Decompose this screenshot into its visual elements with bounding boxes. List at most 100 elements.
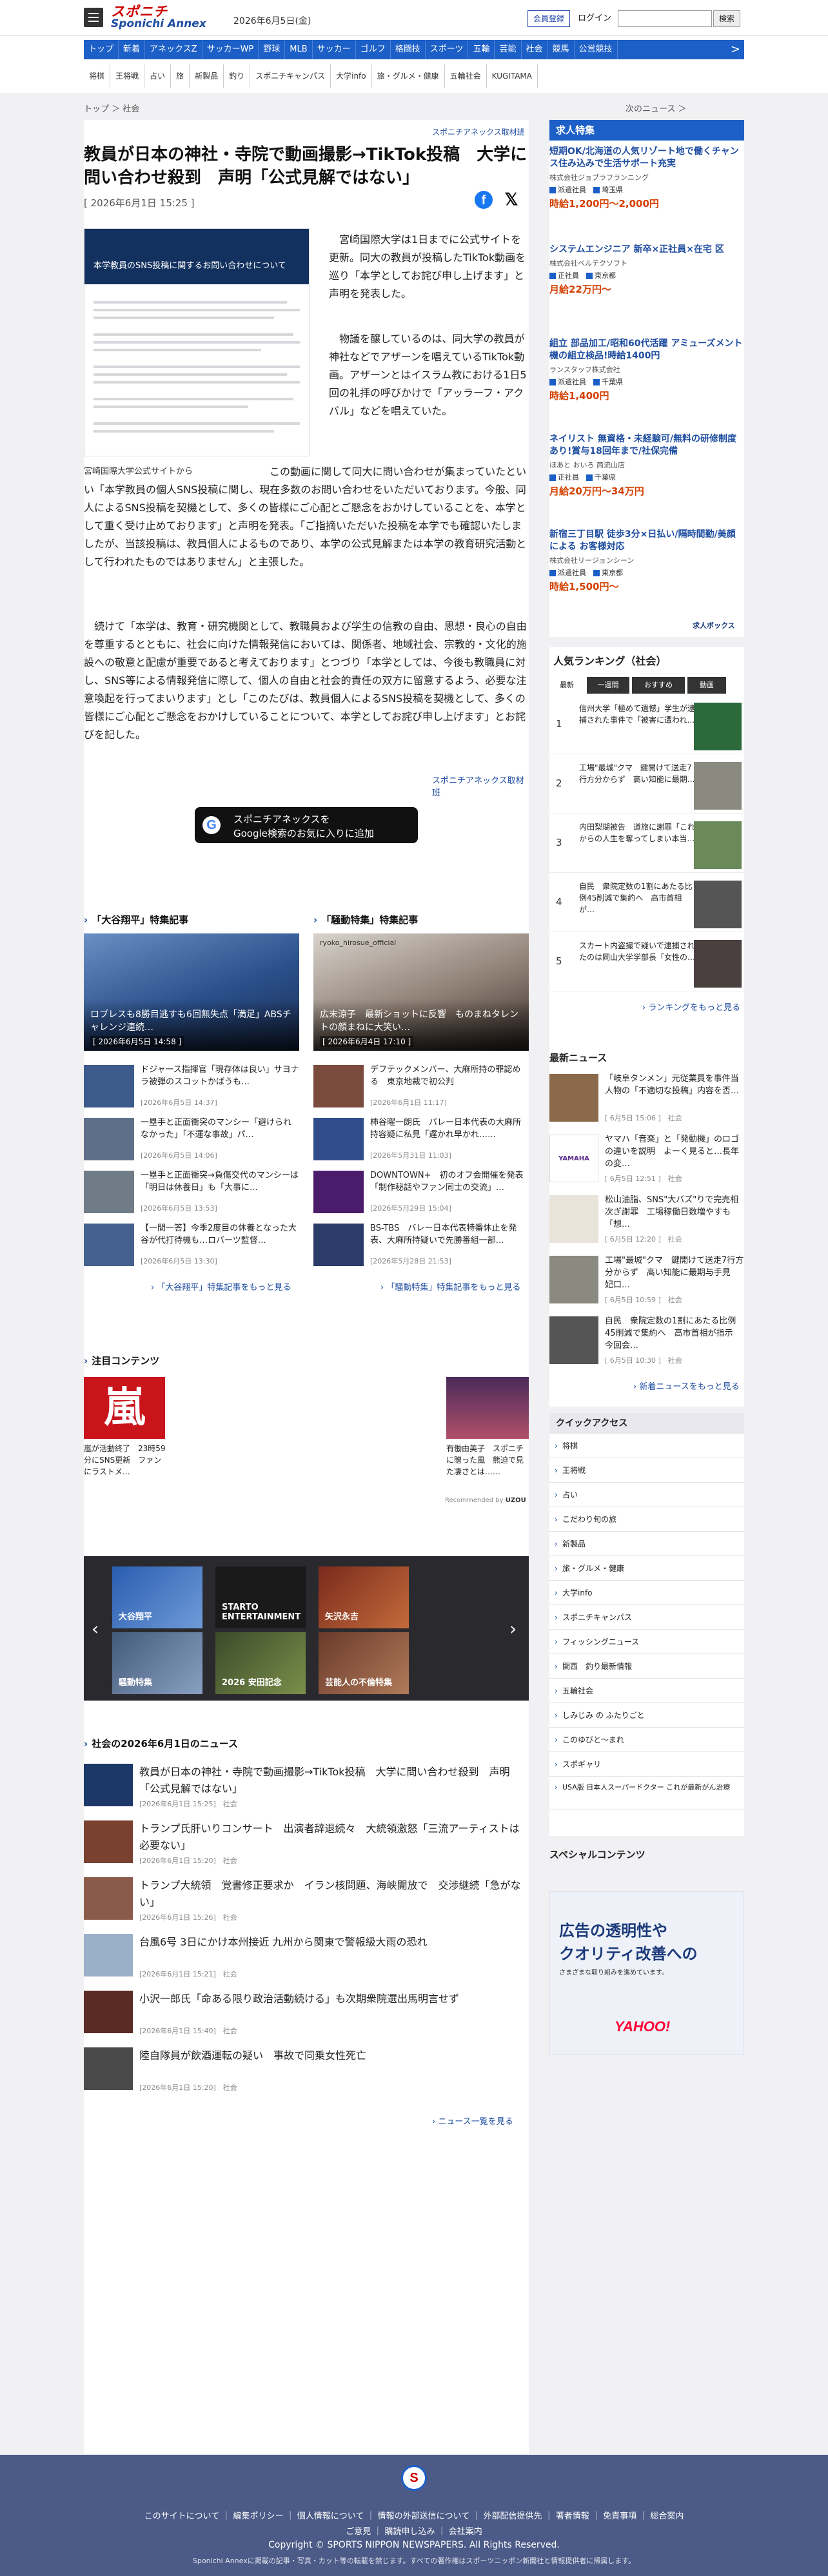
nav-item[interactable]: スポーツ xyxy=(426,40,469,59)
attention-image-right[interactable] xyxy=(446,1377,529,1439)
slider-card[interactable]: 大谷翔平 xyxy=(112,1566,202,1628)
article-source-bottom[interactable]: スポニチアネックス取材班 xyxy=(432,774,529,798)
x-share-icon[interactable]: 𝕏 xyxy=(502,190,521,209)
slider-prev-icon[interactable]: ‹ xyxy=(92,1618,99,1639)
quick-access-item[interactable]: 関西 釣り最新情報 xyxy=(549,1654,744,1679)
subnav-item[interactable]: 釣り xyxy=(224,64,251,88)
feature-list-item[interactable]: ドジャース指揮官「現存体は良い」サヨナラ被弾のスコットかばうも… [2026年6月… xyxy=(84,1062,299,1113)
nav-item[interactable]: 公営競技 xyxy=(575,40,618,59)
article-photo[interactable]: 本学教員のSNS投稿に関するお問い合わせについて xyxy=(84,228,310,456)
nav-item[interactable]: 五輪 xyxy=(468,40,495,59)
quick-access-item[interactable]: 占い xyxy=(549,1483,744,1507)
ranking-item[interactable]: 2 工場"最城"クマ 鍵開けて送走7行方分からず 高い知能に最期… xyxy=(549,758,744,814)
daily-news-item[interactable]: トランプ大統領 覚書修正要求か イラン核問題、海峡開放で 交渉継続「急がない」[… xyxy=(84,1875,529,1929)
daily-news-item[interactable]: 教員が日本の神社・寺院で動画撮影→TikTok投稿 大学に問い合わせ殺到 声明「… xyxy=(84,1761,529,1815)
job-item[interactable]: ネイリスト 無資格・未経験可/無料の研修制度あり!賞与18回年まで/社保完備 ほあ… xyxy=(549,433,744,498)
latest-item[interactable]: 「岐阜タンメン」元従業員を事件当人物の「不適切な投稿」内容を否…[ 6月5日 1… xyxy=(549,1071,744,1131)
feature-list-item[interactable]: 【一問一答】今季2度目の休養となった大谷が代打待機も…ロバーツ監督… [2026年… xyxy=(84,1221,299,1271)
quick-access-item[interactable]: フィッシングニュース xyxy=(549,1630,744,1654)
ranking-item[interactable]: 4 自民 衆院定数の1割にあたる比例45削減で集約へ 高市首相が… xyxy=(549,877,744,932)
latest-item[interactable]: 松山油脂、SNS"大バズ"りで完売相次ぎ謝罪 工場稼働日数増やすも「想…[ 6月… xyxy=(549,1193,744,1252)
ranking-item[interactable]: 3 内田梨瑚被告 道旅に謝罪「これからの人生を奪ってしまい本当… xyxy=(549,817,744,873)
nav-item[interactable]: 野球 xyxy=(259,40,286,59)
subnav-item[interactable]: 新製品 xyxy=(190,64,224,88)
nav-item[interactable]: 新着 xyxy=(119,40,146,59)
job-item[interactable]: 新宿三丁目駅 徒歩3分×日払い/隔時間勤/美顔による お客様対応 株式会社リージョ… xyxy=(549,529,744,593)
attention-title-left[interactable]: 嵐が活動終了 23時59分にSNS更新 ファンにラストメ… xyxy=(84,1443,168,1478)
nav-item[interactable]: 競馬 xyxy=(548,40,575,59)
quick-access-item[interactable]: スポギャリ xyxy=(549,1752,744,1777)
breadcrumb[interactable]: トップ ＞ 社会 xyxy=(84,102,139,114)
feature-more-right[interactable]: 「騒動特集」特集記事をもっと見る xyxy=(380,1280,520,1293)
nav-item[interactable]: 格闘技 xyxy=(391,40,426,59)
job-item[interactable]: 短期OK/北海道の人気リゾート地で働くチャンス住み込みで生活サポート充実 株式会社… xyxy=(549,146,744,210)
slider-card[interactable]: 矢沢永吉 xyxy=(319,1566,409,1628)
slider-next-icon[interactable]: › xyxy=(509,1618,517,1639)
slider-card[interactable]: 2026 安田記念 xyxy=(215,1632,306,1694)
feature-more-left[interactable]: 「大谷翔平」特集記事をもっと見る xyxy=(151,1280,291,1293)
quick-access-item[interactable]: 将棋 xyxy=(549,1434,744,1458)
search-button[interactable]: 検索 xyxy=(713,10,740,27)
footer-links[interactable]: このサイトについて ｜ 編集ポリシー ｜ 個人情報について ｜ 情報の外部送信に… xyxy=(0,2509,828,2521)
subnav-item[interactable]: 旅 xyxy=(171,64,190,88)
nav-item[interactable]: 社会 xyxy=(522,40,548,59)
subnav-item[interactable]: 将棋 xyxy=(84,64,111,88)
nav-item[interactable]: ゴルフ xyxy=(356,40,391,59)
quick-access-item[interactable]: 大学info xyxy=(549,1581,744,1605)
ranking-tab[interactable]: 最新 xyxy=(549,677,584,694)
slider-card[interactable]: 騒動特集 xyxy=(112,1632,202,1694)
google-preferred-source-button[interactable]: G スポニチアネックスを Google検索のお気に入りに追加 xyxy=(195,807,418,843)
latest-item[interactable]: YAMAHA ヤマハ「音楽」と「発動機」のロゴの違いを説明 よーく見ると…長年の変… xyxy=(549,1132,744,1191)
slider-card[interactable]: 芸能人の不倫特集 xyxy=(319,1632,409,1694)
quick-access-item[interactable]: 旅・グルメ・健康 xyxy=(549,1556,744,1581)
footer-logo[interactable]: S xyxy=(401,2465,427,2491)
jobbox-logo[interactable]: 求人ボックス xyxy=(693,620,735,630)
ranking-more[interactable]: ランキングをもっと見る xyxy=(642,1000,740,1013)
nav-item[interactable]: 芸能 xyxy=(495,40,522,59)
daily-news-item[interactable]: 陸自隊員が飲酒運転の疑い 事故で同乗女性死亡 [2026年6月1日 15:20] … xyxy=(84,2045,529,2099)
daily-news-item[interactable]: 小沢一郎氏「命ある限り政治活動続ける」も次期衆院選出馬明言せず [2026年6月1… xyxy=(84,1988,529,2042)
quick-access-item[interactable]: しみじみ の ふたりごと xyxy=(549,1703,744,1728)
subnav-item[interactable]: 旅・グルメ・健康 xyxy=(372,64,445,88)
next-news-link[interactable]: 次のニュース ＞ xyxy=(626,102,686,114)
daily-news-more[interactable]: ニュース一覧を見る xyxy=(432,2114,513,2127)
nav-item[interactable]: MLB xyxy=(285,40,313,59)
ranking-tab[interactable]: 動画 xyxy=(687,677,726,694)
feature-title-left[interactable]: 「大谷翔平」特集記事 xyxy=(84,913,188,926)
ranking-item[interactable]: 5 スカート内盗撮で疑いで逮捕されたのは岡山大学学部長「女性の… xyxy=(549,936,744,991)
menu-icon[interactable] xyxy=(84,8,103,27)
feature-title-right[interactable]: 「騒動特集」特集記事 xyxy=(313,913,418,926)
feature-list-item[interactable]: DOWNTOWN+ 初のオフ会開催を発表「制作秘話やファン同士の交流」… [202… xyxy=(313,1168,529,1218)
quick-access-item[interactable]: 王将戦 xyxy=(549,1458,744,1483)
feature-hero-left[interactable]: ロブレスも8勝目逃すも6回無失点「満足」ABSチャレンジ連続… [ 2026年6… xyxy=(84,933,299,1051)
slider-card[interactable]: STARTO ENTERTAINMENT xyxy=(215,1566,306,1628)
facebook-share-icon[interactable]: f xyxy=(475,191,493,209)
nav-item[interactable]: アネックスZ xyxy=(145,40,202,59)
nav-item[interactable]: サッカー xyxy=(313,40,356,59)
quick-access-item[interactable]: USA版 日本人スーパードクター これが最新がん治療 xyxy=(549,1777,744,1810)
quick-access-item[interactable]: こだわり旬の旅 xyxy=(549,1507,744,1532)
feature-list-item[interactable]: 柿谷曜一朗氏 バレー日本代表の大麻所持容疑に私見「遅かれ早かれ…… [2026年5… xyxy=(313,1115,529,1166)
job-item[interactable]: 組立 部品加工/昭和60代活躍 アミューズメント機の組立検品!時給1400円 ラン… xyxy=(549,338,744,402)
special-ad-banner[interactable]: 広告の透明性や クオリティ改善への さまざまな取り組みを進めています。 YAHO… xyxy=(549,1891,744,2055)
login-link[interactable]: ログイン xyxy=(578,10,611,27)
feature-list-item[interactable]: デフテックメンバー、大麻所持の罪認める 東京地裁で初公判 [2026年6月1日 1… xyxy=(313,1062,529,1113)
member-register-button[interactable]: 会員登録 xyxy=(527,10,570,27)
daily-news-item[interactable]: トランプ氏肝いりコンサート 出演者辞退続々 大統領激怒「三流アーティストは必要な… xyxy=(84,1818,529,1872)
nav-item[interactable]: トップ xyxy=(84,40,119,59)
feature-list-item[interactable]: 一塁手と正面衝突のマンシー「避けられなかった」「不運な事故」パ… [2026年6月… xyxy=(84,1115,299,1166)
subnav-item[interactable]: 占い xyxy=(144,64,172,88)
job-item[interactable]: システムエンジニア 新卒×正社員×在宅 区株式会社ベルテクソフト 正社員 東京都月… xyxy=(549,244,744,296)
attention-image-left[interactable]: 嵐 xyxy=(84,1377,165,1439)
subnav-item[interactable]: 王将戦 xyxy=(110,64,145,88)
quick-access-item[interactable]: スポニチキャンパス xyxy=(549,1605,744,1630)
quick-access-item[interactable]: 五輪社会 xyxy=(549,1679,744,1703)
subnav-item[interactable]: KUGITAMA xyxy=(487,64,538,88)
search-input[interactable] xyxy=(618,10,712,27)
subnav-item[interactable]: 五輪社会 xyxy=(445,64,487,88)
feature-hero-right[interactable]: ryoko_hirosue_official 広末涼子 最新ショットに反響 もの… xyxy=(313,933,529,1051)
latest-item[interactable]: 自民 衆院定数の1割にあたる比例45削減で集約へ 高市首相が指示 今回会…[ 6… xyxy=(549,1314,744,1373)
footer-links-secondary[interactable]: ご意見 ｜ 購読申し込み ｜ 会社案内 xyxy=(0,2524,828,2537)
ranking-tab[interactable]: おすすめ xyxy=(632,677,685,694)
feature-list-item[interactable]: 一塁手と正面衝突→負傷交代のマンシーは「明日は休養日」も「大事に… [2026年6… xyxy=(84,1168,299,1218)
